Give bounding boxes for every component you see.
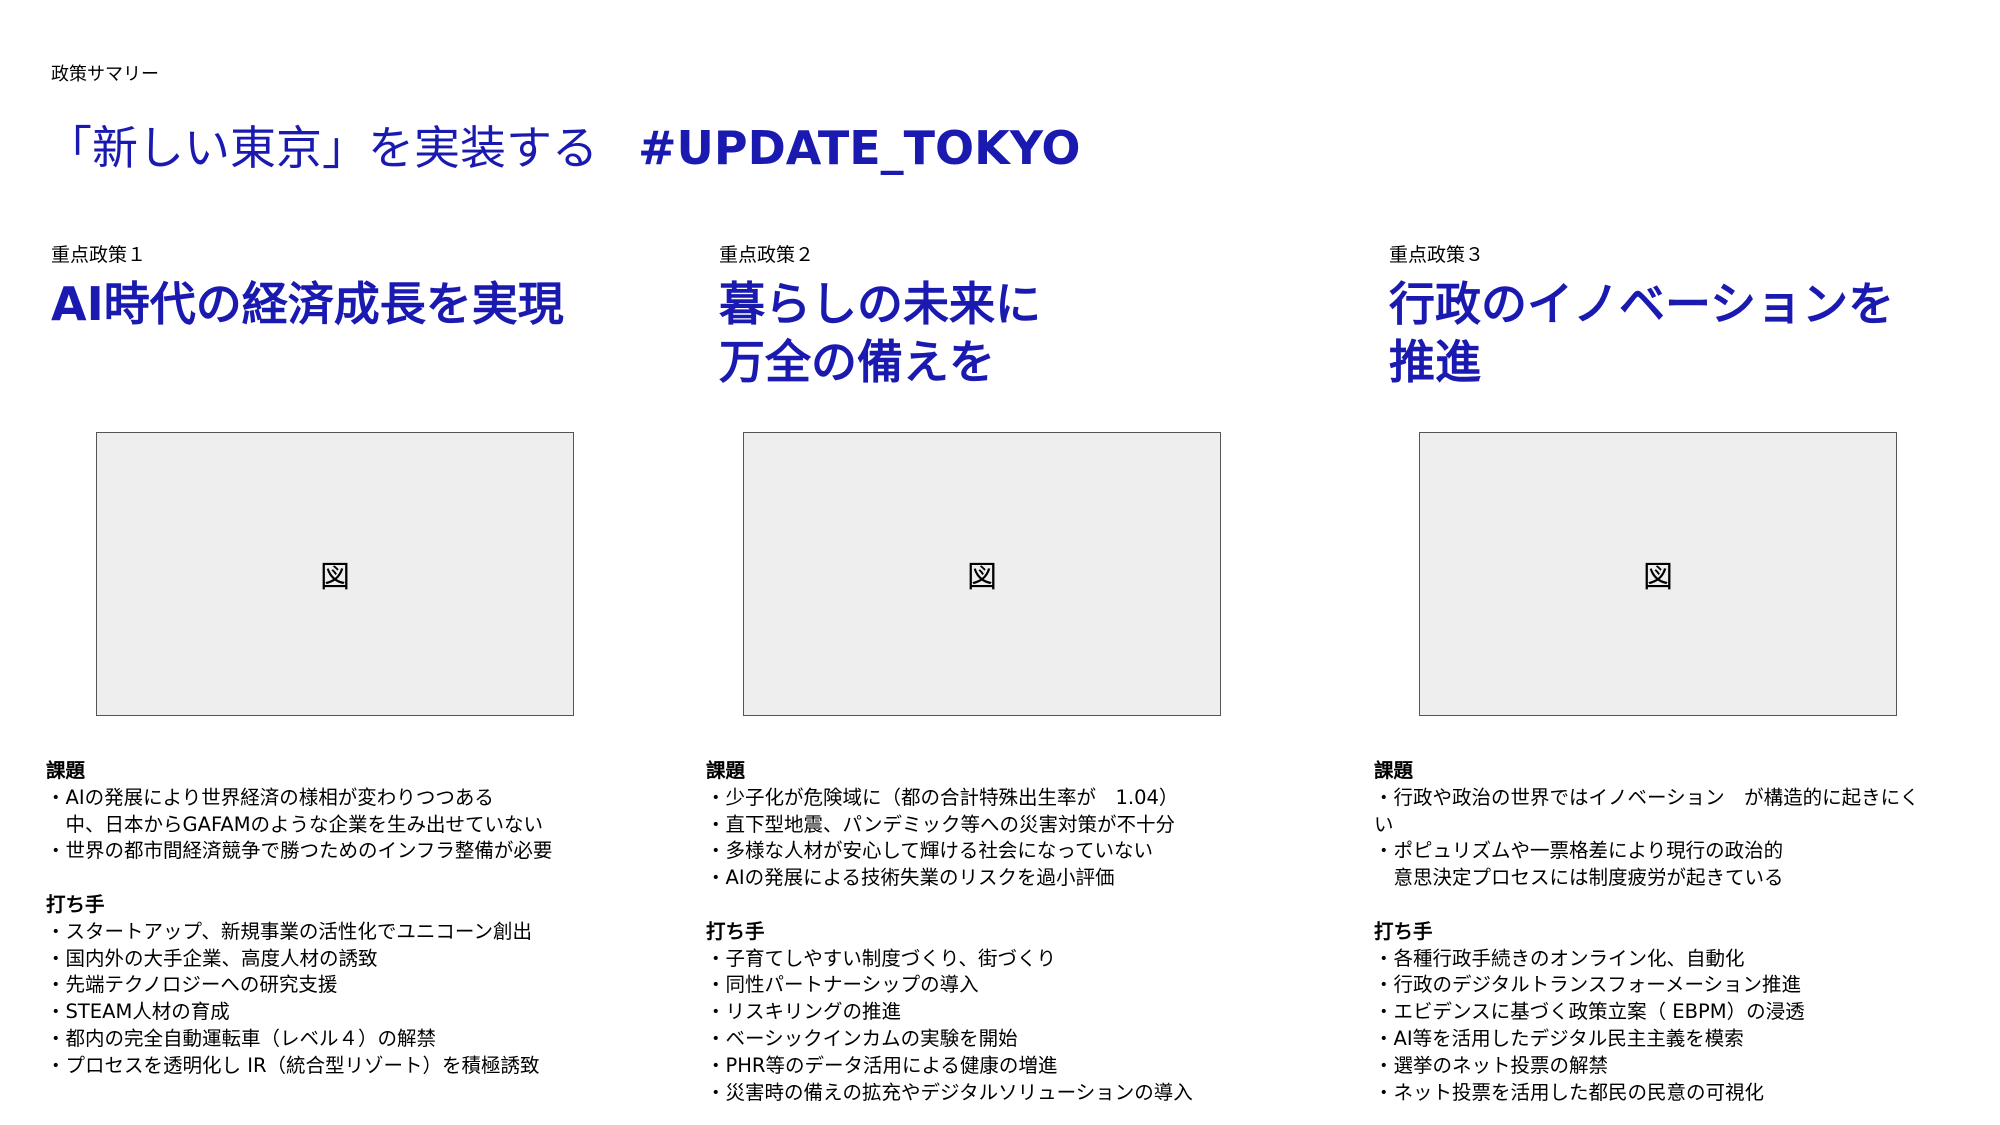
- list-item: ・PHR等のデータ活用による健康の増進: [706, 1053, 1058, 1077]
- list-item: ・行政のデジタルトランスフォーメーション推進: [1374, 973, 1802, 997]
- list-item: ・エビデンスに基づく政策立案（ EBPM）の浸透: [1374, 1000, 1805, 1024]
- policy-label: 重点政策２: [719, 244, 815, 266]
- list-item: ・スタートアップ、新規事業の活性化でユニコーン創出: [46, 919, 532, 943]
- policy-heading-strong: AI: [51, 277, 104, 331]
- figure-label: 図: [320, 560, 350, 595]
- list-item: ・行政や政治の世界ではイノベーション が構造的に起きにく: [1374, 785, 1920, 809]
- list-item: ・災害時の備えの拡充やデジタルソリューションの導入: [706, 1080, 1193, 1104]
- policy-label: 重点政策１: [51, 244, 147, 266]
- policy-column-1: 重点政策１ AI時代の経済成長を実現: [51, 240, 671, 333]
- list-item: ・少子化が危険域に（都の合計特殊出生率が 1.04）: [706, 785, 1179, 809]
- policy-label: 重点政策３: [1389, 244, 1485, 266]
- figure-label: 図: [1643, 560, 1673, 595]
- policy-column-3: 重点政策３ 行政のイノベーションを 推進: [1389, 240, 2000, 391]
- figure-placeholder-1: 図: [96, 432, 574, 716]
- list-item: ・ベーシックインカムの実験を開始: [706, 1026, 1018, 1050]
- list-item: ・先端テクノロジーへの研究支援: [46, 973, 338, 997]
- list-item: ・子育てしやすい制度づくり、街づくり: [706, 946, 1057, 970]
- list-item: ・AIの発展による技術失業のリスクを過小評価: [706, 866, 1115, 890]
- list-item: ・直下型地震、パンデミック等への災害対策が不十分: [706, 812, 1175, 836]
- policy-heading: AI時代の経済成長を実現: [51, 275, 671, 333]
- list-item: ・ネット投票を活用した都民の民意の可視化: [1374, 1080, 1765, 1104]
- policy-heading-line: 推進: [1389, 335, 1481, 389]
- list-item: ・同性パートナーシップの導入: [706, 973, 979, 997]
- hashtag: #UPDATE_TOKYO: [638, 121, 1081, 175]
- list-item: ・STEAM人材の育成: [46, 1000, 230, 1024]
- page-subtitle: 政策サマリー: [51, 64, 159, 85]
- page-title: 「新しい東京」を実装する #UPDATE_TOKYO: [46, 112, 1081, 178]
- figure-placeholder-3: 図: [1419, 432, 1897, 716]
- list-item: 意思決定プロセスには制度疲労が起きている: [1374, 866, 1784, 890]
- policy-details-2: 課題 ・少子化が危険域に（都の合計特殊出生率が 1.04） ・直下型地震、パンデ…: [706, 758, 1306, 1106]
- issues-list: ・行政や政治の世界ではイノベーション が構造的に起きにく い ・ポピュリズムや一…: [1374, 785, 1974, 892]
- measures-list: ・スタートアップ、新規事業の活性化でユニコーン創出 ・国内外の大手企業、高度人材…: [46, 919, 646, 1080]
- list-item: ・AIの発展により世界経済の様相が変わりつつある: [46, 785, 494, 809]
- policy-heading: 行政のイノベーションを 推進: [1389, 275, 2000, 391]
- figure-placeholder-2: 図: [743, 432, 1221, 716]
- title-text: 「新しい東京」を実装する: [46, 121, 598, 175]
- policy-heading-line: 暮らしの未来に: [719, 277, 1041, 331]
- list-item: ・ポピュリズムや一票格差により現行の政治的: [1374, 839, 1784, 863]
- policy-details-3: 課題 ・行政や政治の世界ではイノベーション が構造的に起きにく い ・ポピュリズ…: [1374, 758, 1974, 1106]
- list-item: 中、日本からGAFAMのような企業を生み出せていない: [46, 812, 544, 836]
- issues-heading: 課題: [46, 759, 86, 782]
- list-item: ・AI等を活用したデジタル民主主義を模索: [1374, 1026, 1744, 1050]
- figure-label: 図: [967, 560, 997, 595]
- measures-heading: 打ち手: [46, 892, 105, 916]
- measures-list: ・子育てしやすい制度づくり、街づくり ・同性パートナーシップの導入 ・リスキリン…: [706, 946, 1306, 1107]
- measures-heading: 打ち手: [1374, 919, 1433, 943]
- policy-details-1: 課題 ・AIの発展により世界経済の様相が変わりつつある 中、日本からGAFAMの…: [46, 758, 646, 1080]
- policy-heading-line: 万全の備えを: [719, 335, 995, 389]
- list-item: ・国内外の大手企業、高度人材の誘致: [46, 946, 378, 970]
- policy-column-2: 重点政策２ 暮らしの未来に 万全の備えを: [719, 240, 1339, 391]
- list-item: ・都内の完全自動運転車（レベル４）の解禁: [46, 1026, 437, 1050]
- measures-heading: 打ち手: [706, 919, 765, 943]
- list-item: い: [1374, 812, 1394, 836]
- list-item: ・世界の都市間経済競争で勝つためのインフラ整備が必要: [46, 839, 553, 863]
- policy-heading: 暮らしの未来に 万全の備えを: [719, 275, 1339, 391]
- policy-heading-line: 行政のイノベーションを: [1389, 277, 1895, 331]
- measures-list: ・各種行政手続きのオンライン化、自動化 ・行政のデジタルトランスフォーメーション…: [1374, 946, 1974, 1107]
- issues-list: ・少子化が危険域に（都の合計特殊出生率が 1.04） ・直下型地震、パンデミック…: [706, 785, 1306, 892]
- issues-heading: 課題: [1374, 759, 1414, 782]
- list-item: ・各種行政手続きのオンライン化、自動化: [1374, 946, 1745, 970]
- issues-heading: 課題: [706, 759, 746, 782]
- policy-heading-rest: 時代の経済成長を実現: [103, 277, 564, 331]
- list-item: ・リスキリングの推進: [706, 1000, 902, 1024]
- list-item: ・選挙のネット投票の解禁: [1374, 1053, 1609, 1077]
- list-item: ・多様な人材が安心して輝ける社会になっていない: [706, 839, 1153, 863]
- list-item: ・プロセスを透明化し IR（統合型リゾート）を積極誘致: [46, 1053, 540, 1077]
- issues-list: ・AIの発展により世界経済の様相が変わりつつある 中、日本からGAFAMのような…: [46, 785, 646, 865]
